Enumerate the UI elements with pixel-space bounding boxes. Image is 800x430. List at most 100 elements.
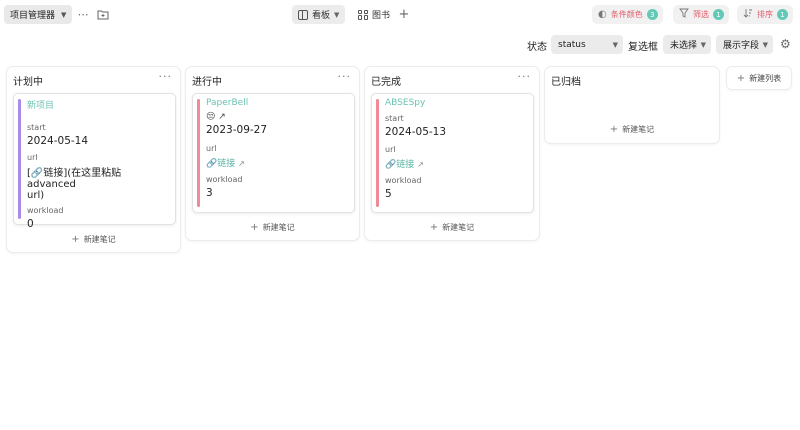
url-link[interactable]: 🔗链接 ↗ [206, 156, 348, 169]
field-value-workload: 5 [385, 188, 392, 200]
checkbox-label: 复选框 [628, 42, 658, 53]
chevron-down-icon: ▼ [334, 10, 340, 19]
card-absespy[interactable]: ABSESpy start 2024-05-13 url 🔗链接 ↗ workl… [371, 93, 534, 213]
card-color-bar [18, 99, 21, 219]
tab-books[interactable]: 图书 [352, 5, 396, 24]
column-title: 计划中 [13, 77, 43, 88]
field-label-start: start [385, 114, 404, 123]
chevron-down-icon: ▼ [700, 40, 706, 49]
display-fields-button[interactable]: 展示字段 ▼ [716, 35, 773, 54]
checkbox-select[interactable]: 未选择 ▼ [663, 35, 711, 54]
filter-bar: 状态 status ▼ 复选框 未选择 ▼ 展示字段 ▼ ⚙ [0, 34, 800, 56]
field-label-url: url [206, 144, 217, 153]
tab-kanban-label: 看板 [312, 11, 331, 21]
field-value-workload: 0 [27, 218, 34, 230]
plus-icon: + [736, 72, 746, 84]
column-in-progress: 进行中 ··· PaperBell 😒 ↗ 2023-09-27 url 🔗链接… [185, 66, 360, 241]
card-paperbell[interactable]: PaperBell 😒 ↗ 2023-09-27 url 🔗链接 ↗ workl… [192, 93, 355, 213]
status-select-value: status [558, 39, 586, 50]
status-select[interactable]: status ▼ [551, 35, 623, 54]
sort-button[interactable]: 排序 1 [737, 5, 793, 24]
field-value-start: 2024-05-14 [27, 135, 89, 147]
chevron-down-icon: ▼ [612, 40, 618, 49]
card-color-bar [376, 99, 379, 207]
project-manager-label: 项目管理器 [10, 11, 56, 21]
top-toolbar: 项目管理器 ▼ ⋯ 看板 ▼ 图书 + ◐ 条件颜色 3 筛选 1 排序 1 [0, 0, 800, 30]
column-planned: 计划中 ··· 新项目 start 2024-05-14 url [🔗链接](在… [6, 66, 181, 253]
new-note-label: 新建笔记 [622, 125, 655, 134]
add-view-plus-icon[interactable]: + [397, 7, 411, 22]
field-label-workload: workload [27, 206, 64, 215]
tab-books-label: 图书 [372, 11, 391, 21]
external-link-icon: ↗ [238, 159, 245, 168]
column-header: 已归档 [545, 67, 719, 89]
card-new-project[interactable]: 新项目 start 2024-05-14 url [🔗链接](在这里粘贴 adv… [13, 93, 176, 230]
field-label-workload: workload [206, 175, 243, 184]
new-list-button[interactable]: + 新建列表 [726, 66, 792, 90]
filter-button[interactable]: 筛选 1 [673, 5, 729, 24]
conditional-color-button[interactable]: ◐ 条件颜色 3 [592, 5, 663, 24]
folder-plus-icon[interactable] [96, 7, 110, 21]
card-title[interactable]: PaperBell [206, 98, 348, 108]
column-header: 计划中 ··· [7, 67, 180, 89]
checkbox-select-value: 未选择 [670, 41, 698, 51]
new-note-label: 新建笔记 [262, 223, 295, 232]
column-archived: 已归档 + 新建笔记 [544, 66, 720, 144]
field-label-url: url [27, 153, 38, 162]
plus-icon: + [71, 234, 80, 245]
plus-icon: + [250, 222, 259, 233]
filter-icon [679, 8, 689, 21]
field-value-workload: 3 [206, 187, 213, 199]
conditional-color-label: 条件颜色 [610, 10, 643, 19]
palette-icon: ◐ [598, 9, 607, 20]
grid-icon [358, 9, 368, 20]
url-link-label: 🔗链接 [385, 160, 415, 170]
gear-icon[interactable]: ⚙ [780, 37, 791, 51]
plus-icon: + [429, 222, 439, 233]
field-value-url-cont: url) [27, 190, 45, 201]
new-list-label: 新建列表 [749, 73, 782, 83]
display-fields-label: 展示字段 [723, 41, 760, 51]
new-note-button[interactable]: + 新建笔记 [545, 124, 719, 135]
more-horizontal-icon[interactable]: ⋯ [76, 7, 90, 21]
field-label-start: start [27, 123, 46, 132]
external-link-icon: ↗ [417, 160, 424, 169]
tab-kanban[interactable]: 看板 ▼ [292, 5, 346, 24]
field-value-url: [🔗链接](在这里粘贴 advanced [27, 168, 122, 190]
sort-count: 1 [777, 9, 788, 20]
chevron-down-icon: ▼ [61, 10, 67, 19]
status-label: 状态 [527, 42, 547, 53]
field-label-url: url [385, 145, 396, 154]
filter-label: 筛选 [693, 10, 709, 19]
new-note-button[interactable]: + 新建笔记 [186, 222, 359, 233]
field-value-start: 2023-09-27 [206, 124, 268, 136]
filter-count: 1 [713, 9, 724, 20]
sort-label: 排序 [757, 10, 773, 19]
url-link-label: 🔗链接 [206, 159, 236, 169]
kanban-icon [298, 9, 308, 20]
project-manager-button[interactable]: 项目管理器 ▼ [4, 5, 73, 24]
new-note-label: 新建笔记 [442, 223, 475, 232]
column-header: 进行中 ··· [186, 67, 359, 89]
column-title: 已完成 [371, 77, 401, 88]
column-title: 已归档 [551, 77, 581, 88]
card-title[interactable]: ABSESpy [385, 98, 527, 108]
more-horizontal-icon[interactable]: ··· [159, 70, 173, 83]
more-horizontal-icon[interactable]: ··· [338, 70, 352, 83]
card-emoji-row: 😒 ↗ [206, 112, 226, 122]
plus-icon: + [609, 124, 619, 135]
sort-icon [743, 8, 753, 21]
column-title: 进行中 [192, 77, 222, 88]
card-title[interactable]: 新项目 [27, 98, 169, 111]
new-note-label: 新建笔记 [83, 235, 116, 244]
new-note-button[interactable]: + 新建笔记 [7, 234, 180, 245]
url-link[interactable]: 🔗链接 ↗ [385, 157, 527, 170]
new-note-button[interactable]: + 新建笔记 [365, 222, 539, 233]
more-horizontal-icon[interactable]: ··· [518, 70, 532, 83]
field-label-workload: workload [385, 176, 422, 185]
field-value-start: 2024-05-13 [385, 126, 447, 138]
column-header: 已完成 ··· [365, 67, 539, 89]
column-completed: 已完成 ··· ABSESpy start 2024-05-13 url 🔗链接… [364, 66, 540, 241]
card-color-bar [197, 99, 200, 207]
chevron-down-icon: ▼ [762, 40, 768, 49]
